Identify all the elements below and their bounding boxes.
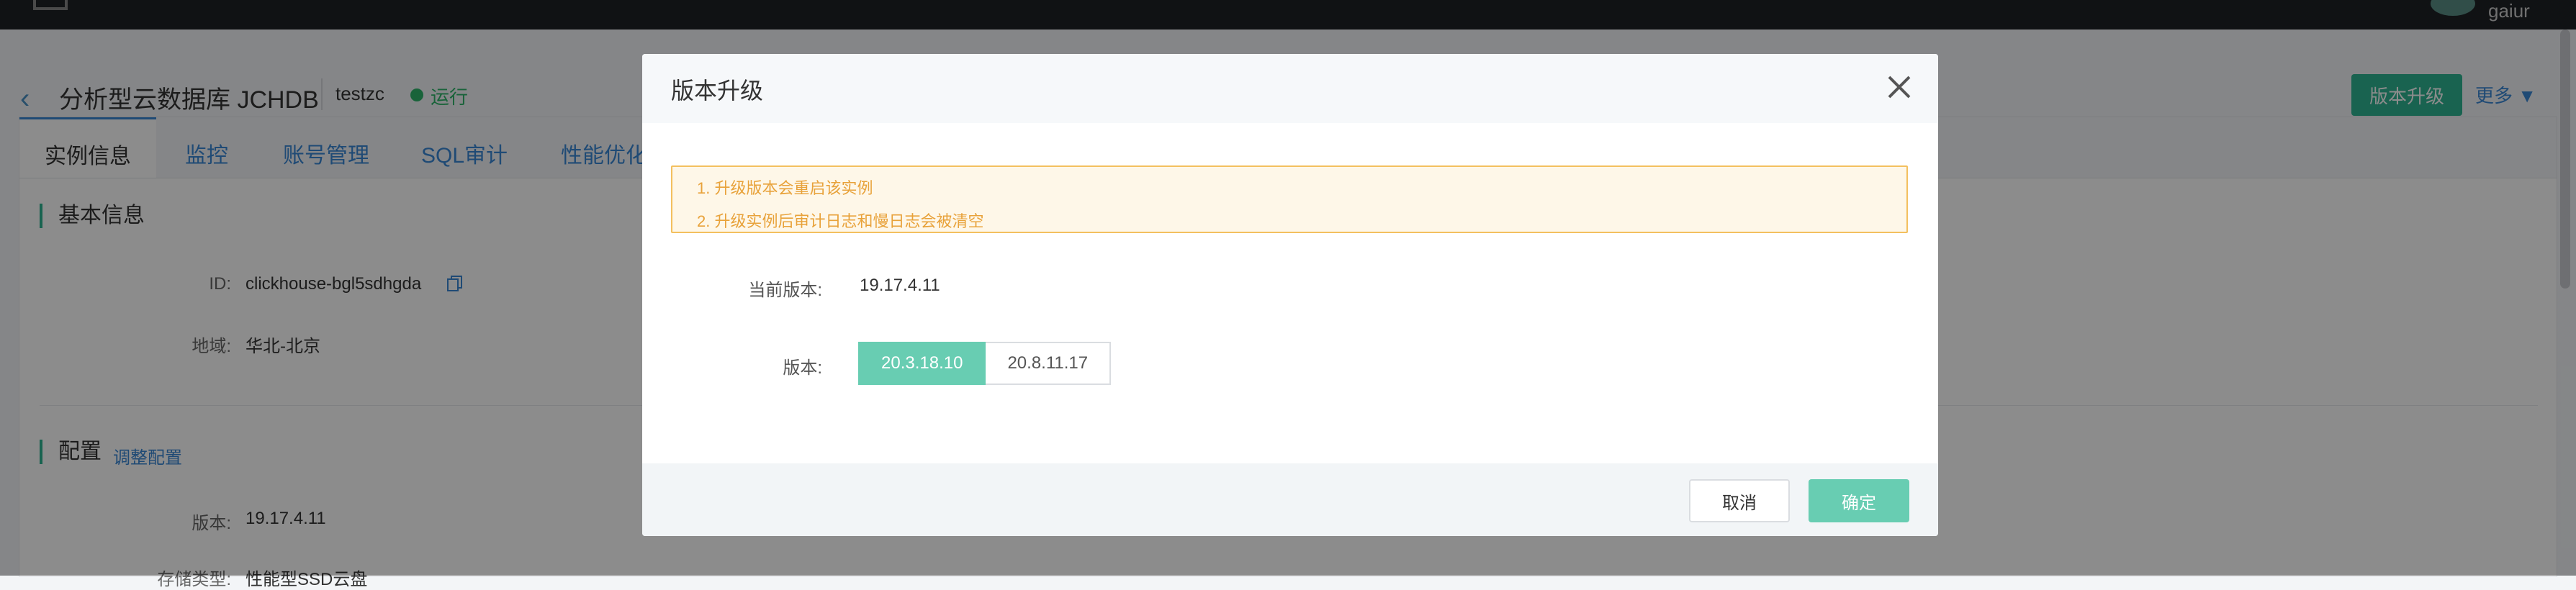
- notice-line-2: 2. 升级实例后审计日志和慢日志会被清空: [697, 212, 984, 230]
- version-upgrade-dialog: 版本升级 1. 升级版本会重启该实例 2. 升级实例后审计日志和慢日志会被清空 …: [642, 54, 1938, 536]
- version-option-20-8-11-17[interactable]: 20.8.11.17: [986, 342, 1112, 385]
- current-version-label: 当前版本:: [748, 281, 822, 300]
- target-version-label: 版本:: [783, 358, 822, 378]
- notice-line-1: 1. 升级版本会重启该实例: [697, 179, 873, 197]
- dialog-footer: 取消 确定: [642, 463, 1938, 536]
- close-icon[interactable]: [1879, 67, 1919, 107]
- current-version-value: 19.17.4.11: [860, 276, 940, 295]
- confirm-button[interactable]: 确定: [1809, 479, 1909, 522]
- cancel-button[interactable]: 取消: [1689, 479, 1790, 522]
- version-option-20-3-18-10[interactable]: 20.3.18.10: [858, 342, 986, 385]
- version-selector: 20.3.18.10 20.8.11.17: [858, 342, 1112, 385]
- dialog-header: 版本升级: [642, 54, 1938, 123]
- warning-notice: 1. 升级版本会重启该实例 2. 升级实例后审计日志和慢日志会被清空: [671, 165, 1908, 233]
- dialog-title: 版本升级: [671, 78, 764, 104]
